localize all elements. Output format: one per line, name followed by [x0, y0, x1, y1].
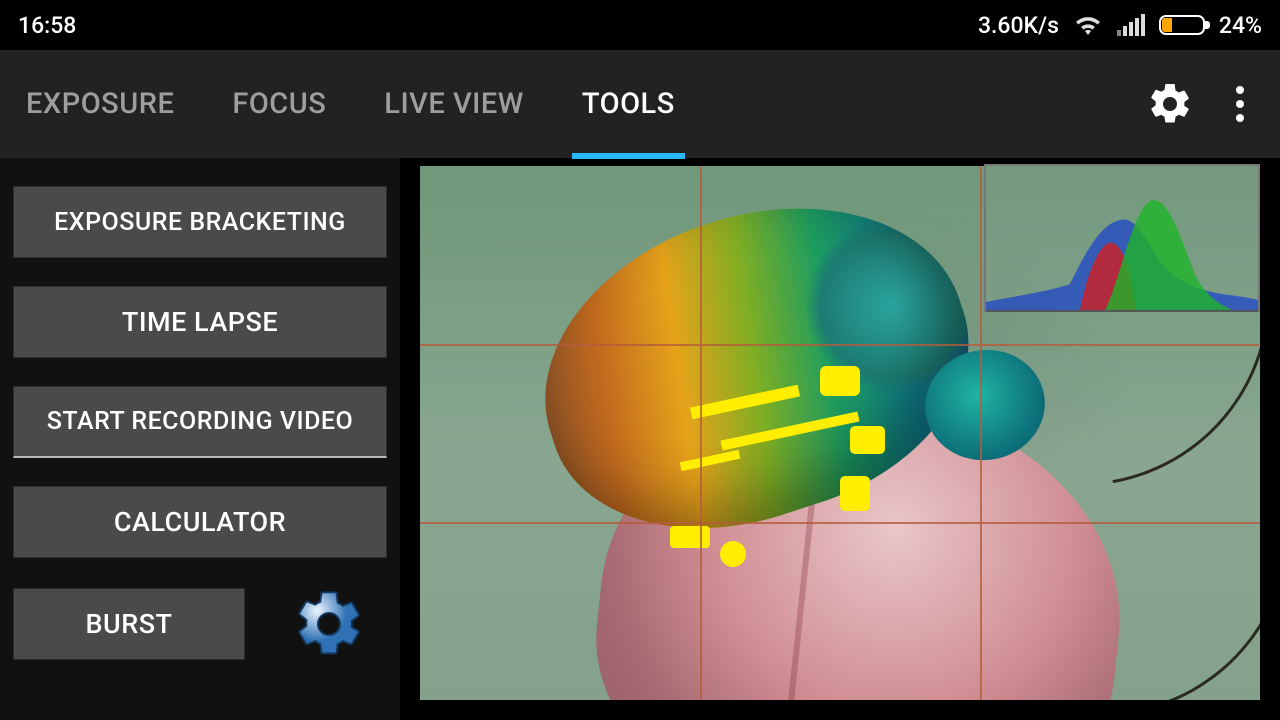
tab-exposure[interactable]: EXPOSURE	[26, 50, 174, 158]
time-lapse-button[interactable]: TIME LAPSE	[13, 286, 387, 358]
tab-tools[interactable]: TOOLS	[582, 50, 675, 158]
grid-line	[700, 166, 702, 700]
tab-focus[interactable]: FOCUS	[232, 50, 326, 158]
network-speed: 3.60K/s	[978, 12, 1059, 39]
start-recording-video-button[interactable]: START RECORDING VIDEO	[13, 386, 387, 458]
burst-settings-icon[interactable]	[291, 586, 367, 662]
status-bar: 16:58 3.60K/s 24%	[0, 0, 1280, 50]
tab-bar: EXPOSURE FOCUS LIVE VIEW TOOLS	[0, 50, 1280, 158]
grid-line	[420, 344, 1260, 346]
tab-live-view[interactable]: LIVE VIEW	[384, 50, 524, 158]
grid-line	[420, 522, 1260, 524]
tools-panel: EXPOSURE BRACKETING TIME LAPSE START REC…	[0, 158, 400, 720]
clock: 16:58	[18, 12, 76, 39]
live-view-preview[interactable]	[400, 158, 1280, 720]
exposure-bracketing-button[interactable]: EXPOSURE BRACKETING	[13, 186, 387, 258]
wifi-icon	[1073, 14, 1103, 36]
histogram-overlay	[984, 164, 1260, 312]
settings-icon[interactable]	[1146, 80, 1194, 128]
burst-button[interactable]: BURST	[13, 588, 245, 660]
overflow-menu-icon[interactable]	[1234, 82, 1246, 126]
grid-line	[980, 166, 982, 700]
battery-percentage: 24%	[1219, 12, 1262, 39]
battery-icon	[1159, 15, 1205, 35]
signal-icon	[1117, 14, 1145, 36]
calculator-button[interactable]: CALCULATOR	[13, 486, 387, 558]
